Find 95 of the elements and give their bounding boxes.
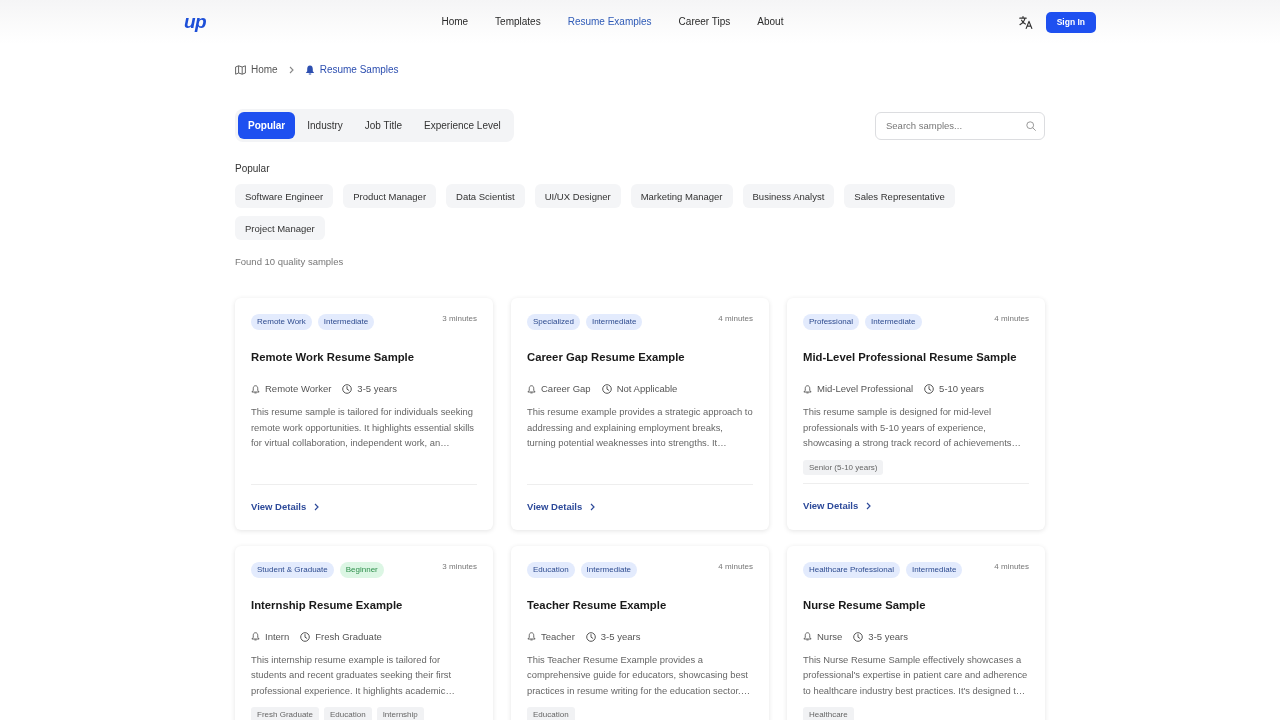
card-title: Career Gap Resume Example [527,350,686,365]
experience-text: Not Applicable [616,383,678,395]
filter-tab[interactable]: Industry [297,112,353,139]
sign-in-button[interactable]: Sign In [1045,11,1096,33]
filter-tab[interactable]: Experience Level [414,112,511,139]
card-title: Internship Resume Example [251,597,404,613]
read-time: 4 minutes [718,314,753,324]
tag: Healthcare Professional [803,561,900,578]
role-text: Intern [265,630,290,643]
skill-tag: Education [527,707,575,720]
bell-icon [803,384,812,394]
read-time: 3 minutes [442,561,477,572]
skill-tag: Senior (5-10 years) [803,459,884,475]
nav-link[interactable]: About [757,15,784,29]
chevron-right-icon [590,502,596,511]
breadcrumb-link[interactable]: Home [251,63,278,77]
clock-icon [924,384,935,394]
search-icon [1026,120,1036,131]
experience-text: Fresh Graduate [315,630,382,643]
card-description: This resume sample is tailored for individuals seeking remote work opportunities. It highlights essential skills for virtual collaboration, independent work, an… [251,405,476,450]
search-field[interactable]: Search samples... [875,111,1045,140]
job-chip[interactable]: Software Engineer [235,184,334,208]
read-time: 4 minutes [718,561,753,572]
role-text: Nurse [817,630,843,643]
job-chip[interactable]: Sales Representative [844,184,955,208]
card-description: This internship resume example is tailored for students and recent graduates seeking their first professional experience. It highlights academic… [251,652,456,698]
clock-icon [300,631,311,642]
tag: Beginner [339,561,384,578]
tag: Specialized [527,314,580,330]
experience-text: 3-5 years [868,630,908,643]
job-chip[interactable]: Project Manager [235,216,325,240]
role-text: Remote Worker [265,383,332,395]
tag: Education [527,561,575,578]
view-details-link[interactable]: View Details [527,499,596,514]
clock-icon [853,631,864,642]
card-description: This Nurse Resume Sample effectively showcases a professional's expertise in patient care and adherence to healthcare industry best practices. It's designed t… [803,652,1029,698]
clock-icon [601,384,612,394]
tag: Intermediate [585,314,643,330]
tag: Intermediate [905,561,963,578]
filter-tab[interactable]: Popular [238,112,296,139]
map-icon [235,65,246,75]
job-chip[interactable]: Data Scientist [446,184,525,208]
role-text: Career Gap [541,383,591,395]
nav-link[interactable]: Career Tips [678,15,731,29]
nav-link[interactable]: Templates [495,15,541,29]
bell-icon [304,65,315,75]
experience-text: 5-10 years [939,383,984,395]
tag: Remote Work [251,314,312,330]
read-time: 4 minutes [994,561,1029,572]
experience-text: 3-5 years [357,383,397,395]
logo[interactable]: up [184,12,207,32]
section-label: Popular [235,163,271,175]
tag: Intermediate [317,314,375,330]
tag: Intermediate [580,561,638,578]
breadcrumb-link[interactable]: Resume Samples [319,63,399,77]
skill-tag: Fresh Graduate [251,707,320,720]
bell-icon [527,632,536,641]
view-details-link[interactable]: View Details [251,499,320,514]
read-time: 3 minutes [442,314,477,324]
chevron-right-icon [288,66,294,74]
job-chip[interactable]: Product Manager [343,184,437,208]
bell-icon [251,632,260,641]
experience-text: 3-5 years [600,630,641,643]
card-title: Nurse Resume Sample [803,597,927,613]
view-details-link[interactable]: View Details [803,498,872,513]
tag: Intermediate [865,314,922,330]
job-chip[interactable]: Marketing Manager [630,184,733,208]
tag: Student & Graduate [251,561,334,578]
card-title: Mid-Level Professional Resume Sample [803,350,1018,365]
filter-tab[interactable]: Job Title [354,112,413,139]
card-title: Teacher Resume Example [527,597,668,613]
nav-link[interactable]: Resume Examples [567,15,652,29]
chevron-right-icon [866,501,872,510]
job-chip[interactable]: Business Analyst [742,184,835,208]
bell-icon [527,384,536,394]
chevron-right-icon [314,502,320,511]
nav-link[interactable]: Home [441,15,469,29]
result-count: Found 10 quality samples [235,256,345,268]
clock-icon [585,631,596,642]
tag: Professional [803,314,860,330]
skill-tag: Internship [376,707,424,720]
skill-tag: Healthcare [803,707,854,720]
card-description: This Teacher Resume Example provides a comprehensive guide for educators, showcasing best practices in resume writing for the education sector.… [527,652,752,698]
bell-icon [803,632,812,641]
card-title: Remote Work Resume Sample [251,350,416,365]
card-description: This resume example provides a strategic approach to addressing and explaining employment breaks, turning potential weaknesses into strengths. It… [527,405,753,450]
skill-tag: Education [324,707,372,720]
bell-icon [251,384,260,394]
job-chip[interactable]: UI/UX Designer [534,184,621,208]
role-text: Teacher [541,630,575,643]
clock-icon [342,384,353,394]
card-description: This resume sample is designed for mid-level professionals with 5-10 years of experience, showcasing a strong track record of achievements… [803,405,1022,450]
read-time: 4 minutes [994,314,1029,324]
translate-icon[interactable] [1018,15,1033,29]
role-text: Mid-Level Professional [817,383,914,395]
